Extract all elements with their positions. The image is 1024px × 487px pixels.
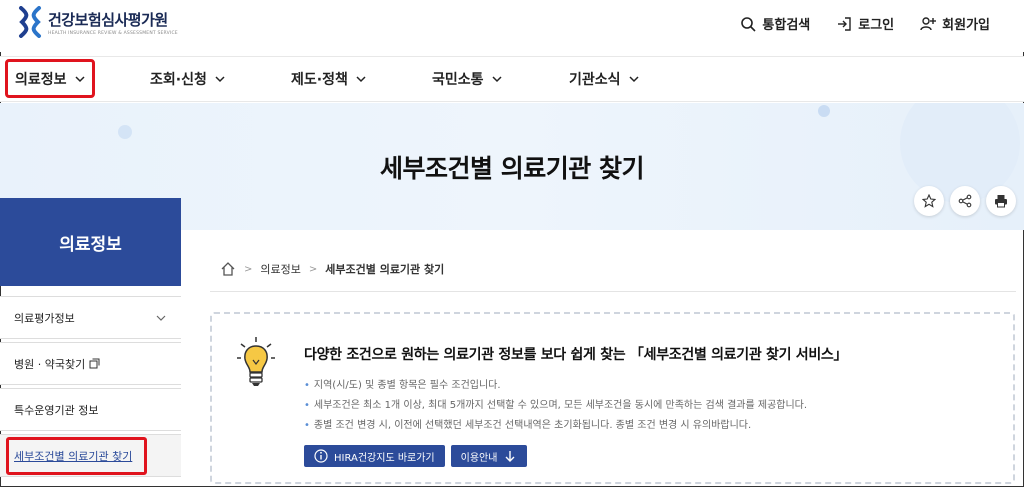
info-bullet-text: 지역(시/도) 및 종별 항목은 필수 조건입니다. xyxy=(313,380,501,391)
info-buttons: HIRA건강지도 바로가기 이용안내 xyxy=(304,445,528,467)
page-title: 세부조건별 의료기관 찾기 xyxy=(380,154,644,183)
sidebar-item-evaluation[interactable]: 의료평가정보 xyxy=(0,296,181,339)
print-icon xyxy=(995,195,1007,208)
utility-nav: 통합검색 로그인 회원가입 xyxy=(740,14,990,33)
search-link[interactable]: 통합검색 xyxy=(740,14,810,33)
breadcrumb-item[interactable]: 의료정보 xyxy=(260,261,300,277)
sidebar-item-label: 특수운영기관 정보 xyxy=(14,403,99,417)
search-link-label: 통합검색 xyxy=(762,18,811,33)
top-header: 건강보험심사평가원 HEALTH INSURANCE REVIEW & ASSE… xyxy=(0,0,1024,52)
gnb-item-news[interactable]: 기관소식 xyxy=(569,69,639,89)
service-info-box: 다양한 조건으로 원하는 의료기관 정보를 보다 쉽게 찾는 「세부조건별 의료… xyxy=(210,312,1015,484)
info-bullet: 종별 조건 변경 시, 이전에 선택했던 세부조건 선택내역은 초기화됩니다. … xyxy=(304,416,807,436)
hira-map-button-label: HIRA건강지도 바로가기 xyxy=(334,452,435,464)
login-link[interactable]: 로그인 xyxy=(836,14,894,33)
arrow-down-icon xyxy=(505,451,515,462)
info-bullet: 지역(시/도) 및 종별 항목은 필수 조건입니다. xyxy=(304,376,807,396)
chevron-right-icon: > xyxy=(244,263,253,275)
highlight-box-gnb xyxy=(5,59,95,98)
login-link-label: 로그인 xyxy=(858,18,895,33)
lightbulb-icon xyxy=(237,337,275,386)
site-logo[interactable]: 건강보험심사평가원 HEALTH INSURANCE REVIEW & ASSE… xyxy=(18,6,178,38)
decor-dot xyxy=(118,125,132,139)
breadcrumb: > 의료정보 > 세부조건별 의료기관 찾기 xyxy=(220,261,444,277)
logo-subtitle: HEALTH INSURANCE REVIEW & ASSESSMENT SER… xyxy=(48,30,178,36)
chevron-down-icon xyxy=(629,76,639,83)
breadcrumb-current: 세부조건별 의료기관 찾기 xyxy=(325,263,445,276)
highlight-box-sidebar xyxy=(6,437,147,475)
sidebar-item-hospital-search[interactable]: 병원 · 약국찾기 xyxy=(0,342,181,385)
gnb-item-label: 제도·정책 xyxy=(291,72,348,88)
signup-link-label: 회원가입 xyxy=(942,18,990,33)
info-bullet-text: 종별 조건 변경 시, 이전에 선택했던 세부조건 선택내역은 초기화됩니다. … xyxy=(313,420,752,431)
sidebar-item-special-institutions[interactable]: 특수운영기관 정보 xyxy=(0,388,181,431)
user-add-icon xyxy=(920,16,937,30)
signup-link[interactable]: 회원가입 xyxy=(920,14,990,33)
sidebar-item-label: 의료평가정보 xyxy=(14,311,75,325)
gnb-item-policy[interactable]: 제도·정책 xyxy=(291,69,366,89)
gnb-item-label: 기관소식 xyxy=(569,72,621,88)
sidebar-item-label: 병원 · 약국찾기 xyxy=(14,357,86,371)
main-nav: 의료정보 조회·신청 제도·정책 국민소통 기관소식 xyxy=(0,56,1024,102)
share-icon xyxy=(958,194,972,208)
share-button[interactable] xyxy=(950,186,980,216)
gnb-item-inquiry[interactable]: 조회·신청 xyxy=(150,69,225,89)
divider xyxy=(210,291,1016,292)
print-button[interactable] xyxy=(986,186,1016,216)
login-icon xyxy=(838,16,851,31)
logo-name: 건강보험심사평가원 xyxy=(48,10,168,29)
gnb-item-label: 국민소통 xyxy=(432,72,484,88)
info-headline: 다양한 조건으로 원하는 의료기관 정보를 보다 쉽게 찾는 「세부조건별 의료… xyxy=(304,347,848,363)
info-bullet-text: 세부조건은 최소 1개 이상, 최대 5개까지 선택할 수 있으며, 모든 세부… xyxy=(313,400,808,411)
hira-map-button[interactable]: HIRA건강지도 바로가기 xyxy=(304,445,445,467)
logo-mark-icon xyxy=(19,6,41,38)
chevron-down-icon xyxy=(215,76,225,83)
star-icon xyxy=(922,194,936,208)
page-actions xyxy=(914,186,1016,216)
gnb-item-communication[interactable]: 국민소통 xyxy=(432,69,502,89)
home-icon[interactable] xyxy=(220,261,236,277)
info-bullets: 지역(시/도) 및 종별 항목은 필수 조건입니다. 세부조건은 최소 1개 이… xyxy=(304,376,807,436)
chevron-down-icon xyxy=(156,315,166,321)
info-bullet: 세부조건은 최소 1개 이상, 최대 5개까지 선택할 수 있으며, 모든 세부… xyxy=(304,396,807,416)
gnb-item-label: 조회·신청 xyxy=(150,72,207,88)
chevron-down-icon xyxy=(492,76,502,83)
decor-dot xyxy=(818,105,830,117)
new-window-icon xyxy=(89,358,100,369)
usage-guide-button-label: 이용안내 xyxy=(460,452,498,464)
chevron-right-icon: > xyxy=(308,263,318,275)
sidebar-title: 의료정보 xyxy=(0,198,181,286)
usage-guide-button[interactable]: 이용안내 xyxy=(450,445,528,467)
info-circle-icon xyxy=(314,449,328,463)
search-icon xyxy=(741,16,756,32)
chevron-down-icon xyxy=(356,76,366,83)
favorite-button[interactable] xyxy=(914,186,944,216)
